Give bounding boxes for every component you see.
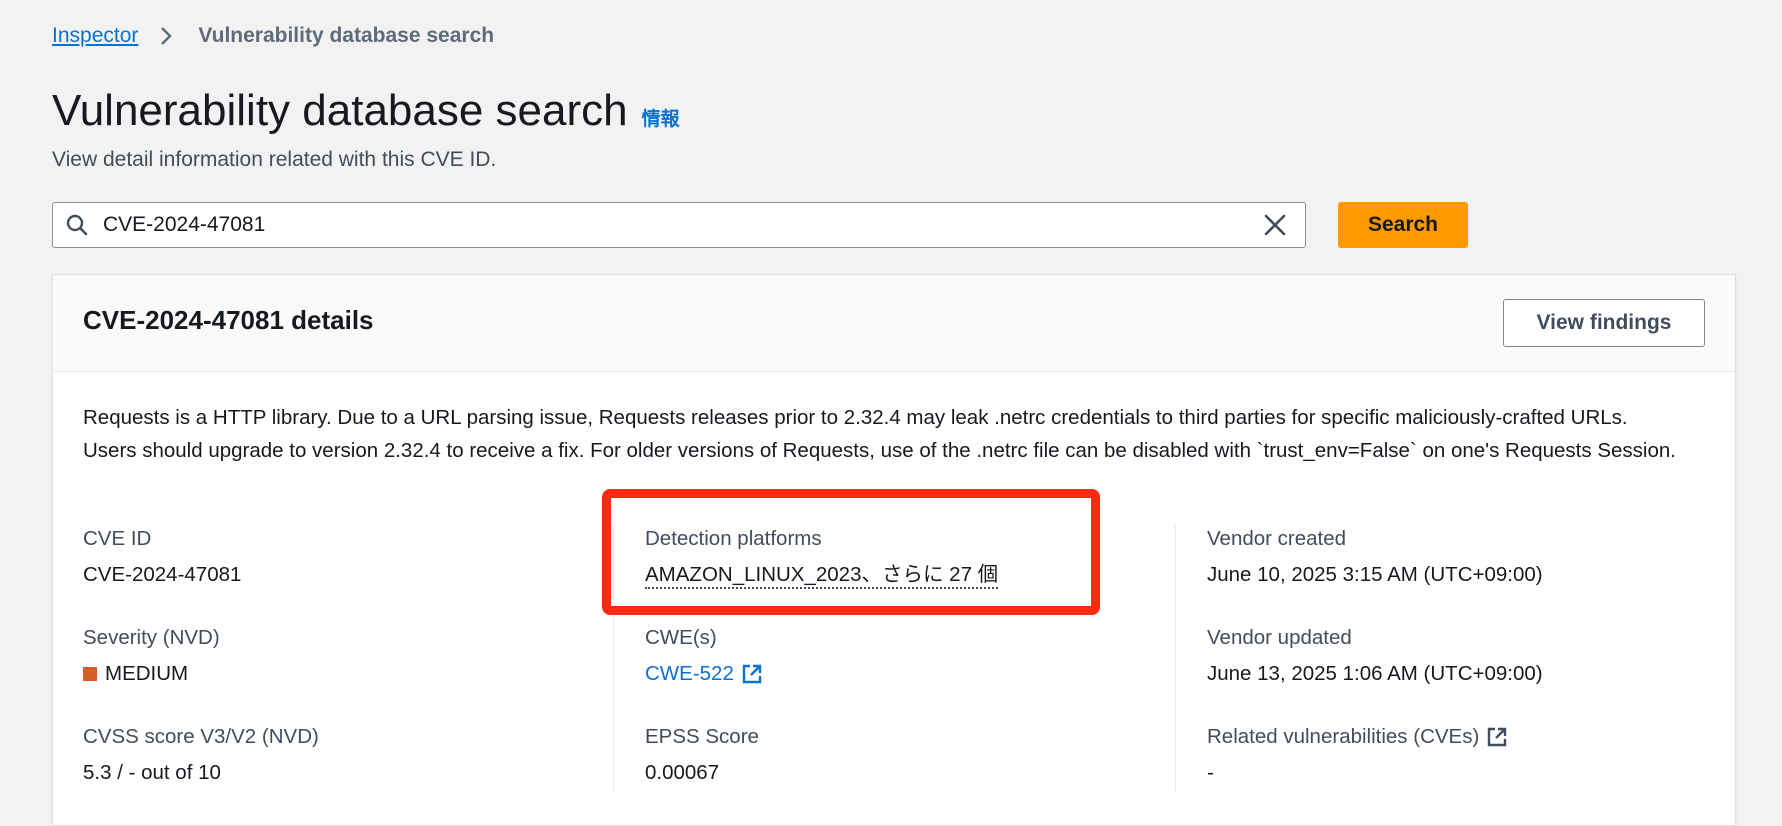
cwe-value: CWE-522 bbox=[645, 662, 765, 686]
cve-id-field: CVE ID CVE-2024-47081 bbox=[83, 527, 241, 587]
vendor-updated-value: June 13, 2025 1:06 AM (UTC+09:00) bbox=[1207, 662, 1543, 685]
cve-details-panel: CVE-2024-47081 details View findings Req… bbox=[52, 274, 1736, 826]
cvss-label: CVSS score V3/V2 (NVD) bbox=[83, 725, 319, 748]
cvss-value: 5.3 / - out of 10 bbox=[83, 761, 221, 784]
column-divider bbox=[613, 525, 614, 793]
cve-id-value: CVE-2024-47081 bbox=[83, 563, 242, 586]
vendor-updated-field: Vendor updated June 13, 2025 1:06 AM (UT… bbox=[1207, 626, 1543, 686]
cwe-label: CWE(s) bbox=[645, 626, 717, 649]
column-divider bbox=[1175, 525, 1176, 793]
severity-text: MEDIUM bbox=[105, 662, 189, 685]
related-field: Related vulnerabilities (CVEs) - bbox=[1207, 725, 1510, 785]
platforms-field: Detection platforms AMAZON_LINUX_2023、さら… bbox=[645, 527, 999, 589]
chevron-right-icon bbox=[154, 24, 178, 48]
severity-label: Severity (NVD) bbox=[83, 626, 220, 649]
search-box bbox=[52, 202, 1306, 248]
close-icon[interactable] bbox=[1261, 211, 1289, 239]
platforms-value: AMAZON_LINUX_2023、さらに 27 個 bbox=[645, 563, 999, 589]
breadcrumb-current: Vulnerability database search bbox=[198, 24, 495, 47]
panel-header: CVE-2024-47081 details View findings bbox=[53, 275, 1735, 372]
severity-field: Severity (NVD) MEDIUM bbox=[83, 626, 220, 686]
search-input[interactable] bbox=[101, 212, 1261, 238]
cve-id-label: CVE ID bbox=[83, 527, 152, 550]
severity-value: MEDIUM bbox=[83, 662, 220, 686]
breadcrumb: Inspector Vulnerability database search bbox=[52, 24, 494, 48]
vendor-created-field: Vendor created June 10, 2025 3:15 AM (UT… bbox=[1207, 527, 1543, 587]
view-findings-button[interactable]: View findings bbox=[1503, 299, 1705, 347]
search-button[interactable]: Search bbox=[1338, 202, 1468, 248]
page-title-text: Vulnerability database search bbox=[52, 86, 628, 135]
cwe-link[interactable]: CWE-522 bbox=[645, 662, 734, 686]
related-value: - bbox=[1207, 761, 1214, 784]
breadcrumb-link-inspector[interactable]: Inspector bbox=[52, 24, 138, 48]
info-link[interactable]: 情報 bbox=[642, 104, 680, 131]
related-label-text: Related vulnerabilities (CVEs) bbox=[1207, 725, 1480, 748]
cvss-field: CVSS score V3/V2 (NVD) 5.3 / - out of 10 bbox=[83, 725, 319, 785]
severity-indicator bbox=[83, 667, 97, 681]
platforms-label: Detection platforms bbox=[645, 527, 822, 550]
page-description: View detail information related with thi… bbox=[52, 148, 497, 171]
external-link-icon[interactable] bbox=[1486, 725, 1510, 749]
vendor-created-value: June 10, 2025 3:15 AM (UTC+09:00) bbox=[1207, 563, 1543, 586]
epss-value: 0.00067 bbox=[645, 761, 720, 784]
page-title: Vulnerability database search 情報 bbox=[52, 86, 680, 136]
vendor-created-label: Vendor created bbox=[1207, 527, 1347, 550]
related-label: Related vulnerabilities (CVEs) bbox=[1207, 725, 1510, 749]
epss-field: EPSS Score 0.00067 bbox=[645, 725, 759, 785]
vendor-updated-label: Vendor updated bbox=[1207, 626, 1352, 649]
external-link-icon[interactable] bbox=[741, 662, 765, 686]
panel-title: CVE-2024-47081 details bbox=[83, 305, 374, 335]
cve-description: Requests is a HTTP library. Due to a URL… bbox=[83, 406, 1676, 462]
platforms-popover-trigger[interactable]: AMAZON_LINUX_2023、さらに 27 個 bbox=[645, 563, 999, 589]
search-icon bbox=[65, 212, 91, 238]
cwe-field: CWE(s) CWE-522 bbox=[645, 626, 765, 686]
epss-label: EPSS Score bbox=[645, 725, 759, 748]
